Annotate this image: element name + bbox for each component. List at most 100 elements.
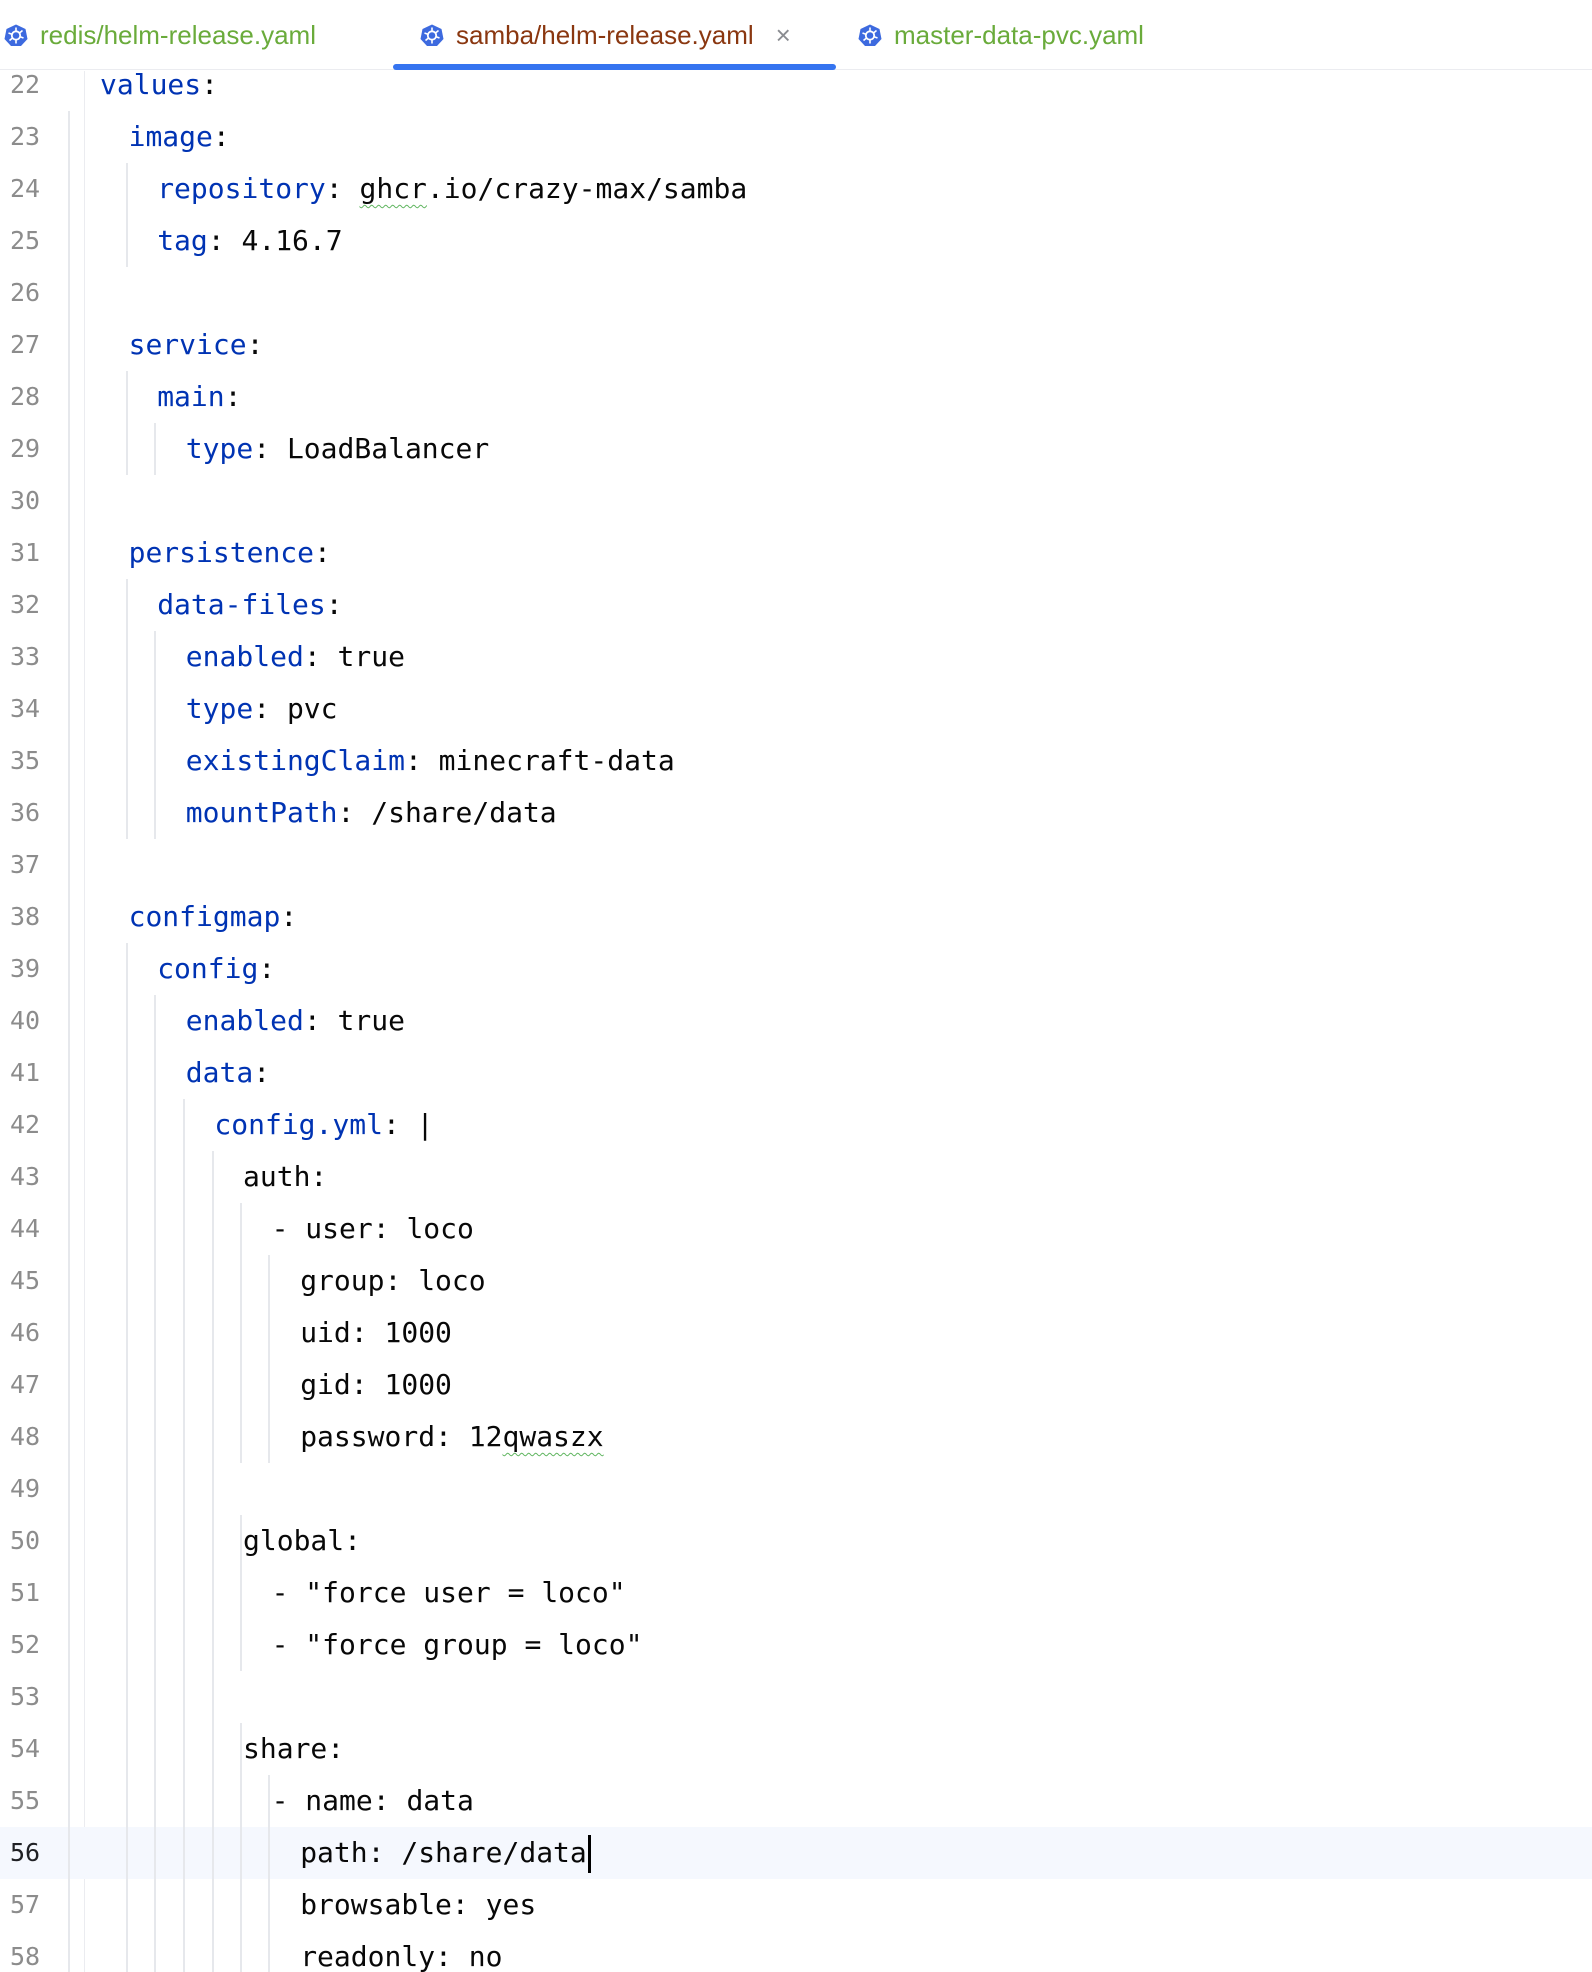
tab-master-data-pvc[interactable]: master-data-pvc.yaml	[858, 0, 1144, 70]
code-line[interactable]: 32 data-files:	[0, 579, 1592, 631]
line-number: 22	[10, 71, 41, 99]
yaml-value: : /share/data	[337, 796, 557, 829]
code-text: service:	[129, 319, 264, 371]
code-line[interactable]: 46 uid: 1000	[0, 1307, 1592, 1359]
code-text: browsable: yes	[300, 1879, 536, 1931]
yaml-value: .io/crazy-max/samba	[426, 172, 748, 205]
code-line[interactable]: 47 gid: 1000	[0, 1359, 1592, 1411]
yaml-value: global:	[243, 1524, 362, 1557]
close-icon[interactable]: ×	[776, 22, 791, 48]
code-line[interactable]: 54 share:	[0, 1723, 1592, 1775]
code-line[interactable]: 57 browsable: yes	[0, 1879, 1592, 1931]
indent-guide	[126, 943, 128, 1972]
code-line[interactable]: 22 values:	[0, 71, 1592, 111]
yaml-value: :	[246, 328, 264, 361]
code-line[interactable]: 39 config:	[0, 943, 1592, 995]
code-line[interactable]: 41 data:	[0, 1047, 1592, 1099]
code-line[interactable]: 50 global:	[0, 1515, 1592, 1567]
yaml-value: path: /share/data	[300, 1836, 587, 1869]
code-line[interactable]: 27 service:	[0, 319, 1592, 371]
code-line[interactable]: 53	[0, 1671, 1592, 1723]
line-number: 35	[10, 746, 41, 775]
yaml-value: : |	[382, 1108, 434, 1141]
yaml-value: : true	[303, 1004, 405, 1037]
yaml-value: :	[280, 900, 298, 933]
code-line[interactable]: 28 main:	[0, 371, 1592, 423]
code-line[interactable]: 44 - user: loco	[0, 1203, 1592, 1255]
code-line[interactable]: 23 image:	[0, 111, 1592, 163]
yaml-value: readonly: no	[300, 1940, 503, 1972]
indent-guide	[240, 1515, 242, 1671]
yaml-value: - "force group = loco"	[271, 1628, 643, 1661]
line-number: 53	[10, 1682, 41, 1711]
code-line[interactable]: 24 repository: ghcr.io/crazy-max/samba	[0, 163, 1592, 215]
code-text: main:	[157, 371, 241, 423]
indent-guide	[212, 1151, 214, 1972]
code-line[interactable]: 49	[0, 1463, 1592, 1515]
code-line[interactable]: 30	[0, 475, 1592, 527]
editor-tab-bar: redis/helm-release.yaml samba/helm-relea…	[0, 0, 1592, 70]
code-line[interactable]: 36 mountPath: /share/data	[0, 787, 1592, 839]
line-number: 58	[10, 1942, 41, 1971]
line-number: 36	[10, 798, 41, 827]
code-line[interactable]: 55 - name: data	[0, 1775, 1592, 1827]
tab-samba-helm-release[interactable]: samba/helm-release.yaml ×	[420, 0, 791, 70]
yaml-value: password: 12	[300, 1420, 503, 1453]
code-text: existingClaim: minecraft-data	[186, 735, 675, 787]
kubernetes-icon	[858, 23, 882, 47]
tab-redis-helm-release[interactable]: redis/helm-release.yaml	[4, 0, 316, 70]
code-text: mountPath: /share/data	[186, 787, 557, 839]
code-text: path: /share/data	[300, 1827, 591, 1879]
tab-label: master-data-pvc.yaml	[894, 19, 1144, 50]
line-number: 40	[10, 1006, 41, 1035]
yaml-key: config	[157, 952, 259, 985]
line-number: 48	[10, 1422, 41, 1451]
code-line[interactable]: 35 existingClaim: minecraft-data	[0, 735, 1592, 787]
code-text: group: loco	[300, 1255, 485, 1307]
yaml-value: :	[258, 952, 276, 985]
line-number: 31	[10, 538, 41, 567]
code-line[interactable]: 26	[0, 267, 1592, 319]
yaml-value: :	[325, 172, 360, 205]
code-line[interactable]: 34 type: pvc	[0, 683, 1592, 735]
code-line[interactable]: 51 - "force user = loco"	[0, 1567, 1592, 1619]
code-editor[interactable]: 22 values: 23 image: 24 repository: ghcr.io/c…	[0, 71, 1592, 1972]
yaml-key: data	[185, 1056, 254, 1089]
code-line[interactable]: 58 readonly: no	[0, 1931, 1592, 1972]
yaml-value: - "force user = loco"	[271, 1576, 626, 1609]
code-text: gid: 1000	[300, 1359, 452, 1411]
line-number: 46	[10, 1318, 41, 1347]
indent-guide	[126, 371, 128, 475]
code-text: auth:	[243, 1151, 327, 1203]
yaml-key: repository	[157, 172, 326, 205]
code-line[interactable]: 56 path: /share/data	[0, 1827, 1592, 1879]
code-line[interactable]: 31 persistence:	[0, 527, 1592, 579]
code-line[interactable]: 45 group: loco	[0, 1255, 1592, 1307]
code-text: image:	[129, 111, 230, 163]
code-line[interactable]: 40 enabled: true	[0, 995, 1592, 1047]
code-line[interactable]: 33 enabled: true	[0, 631, 1592, 683]
yaml-key: type	[185, 432, 254, 465]
yaml-value: share:	[243, 1732, 345, 1765]
code-line[interactable]: 52 - "force group = loco"	[0, 1619, 1592, 1671]
code-line[interactable]: 43 auth:	[0, 1151, 1592, 1203]
code-line[interactable]: 48 password: 12qwaszx	[0, 1411, 1592, 1463]
code-line[interactable]: 29 type: LoadBalancer	[0, 423, 1592, 475]
line-number: 26	[10, 278, 41, 307]
spelling-warning-text: ghcr	[359, 172, 427, 205]
code-line[interactable]: 38 configmap:	[0, 891, 1592, 943]
code-line[interactable]: 37	[0, 839, 1592, 891]
code-text: global:	[243, 1515, 361, 1567]
line-number: 49	[10, 1474, 41, 1503]
line-number: 27	[10, 330, 41, 359]
yaml-key: data-files	[157, 588, 326, 621]
code-line[interactable]: 25 tag: 4.16.7	[0, 215, 1592, 267]
line-number: 55	[10, 1786, 41, 1815]
indent-guide	[154, 423, 156, 475]
code-text: type: pvc	[186, 683, 338, 735]
code-line[interactable]: 42 config.yml: |	[0, 1099, 1592, 1151]
yaml-key: persistence	[128, 536, 315, 569]
yaml-key: service	[128, 328, 247, 361]
line-number: 34	[10, 694, 41, 723]
yaml-key: enabled	[185, 640, 304, 673]
